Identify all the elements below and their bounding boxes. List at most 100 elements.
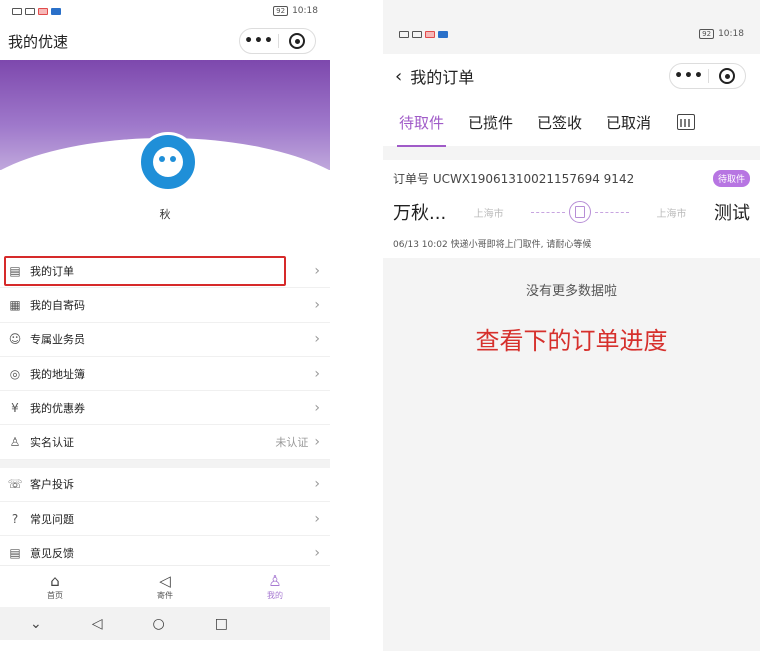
close-capsule-button[interactable] <box>279 33 315 49</box>
back-icon[interactable]: ◁ <box>92 616 103 632</box>
order-status-tabs: 待取件 已揽件 已签收 已取消 <box>383 98 760 147</box>
tab-label: 寄件 <box>157 591 173 600</box>
route-connector <box>531 201 630 223</box>
menu-item-address-book[interactable]: ◎ 我的地址簿 › <box>0 357 330 392</box>
target-icon <box>719 68 735 84</box>
receiver-name: 测试 <box>713 203 750 224</box>
person-icon: ☺ <box>8 332 22 347</box>
menu-item-label: 常见问题 <box>30 512 74 526</box>
menu-item-complaint[interactable]: ☏ 客户投诉 › <box>0 468 330 503</box>
more-icon[interactable]: ••• <box>240 33 278 49</box>
tab-cancelled[interactable]: 已取消 <box>606 112 651 133</box>
mini-program-capsule: ••• <box>669 63 746 89</box>
menu-item-label: 我的自寄码 <box>30 298 85 312</box>
menu-item-label: 客户投诉 <box>30 478 74 492</box>
sim-icon <box>399 30 409 38</box>
receiver-city: 上海市 <box>656 208 687 220</box>
order-route: 万秋... 上海市 上海市 测试 <box>393 199 750 225</box>
user-nickname: 秋 <box>159 208 171 221</box>
chevron-right-icon: › <box>314 365 320 382</box>
status-right: 92 10:18 <box>273 6 318 16</box>
tab-label: 首页 <box>47 591 63 600</box>
app-notification-icon <box>425 30 435 38</box>
system-navigation-bar: ⌄ ◁ ○ □ <box>0 607 330 640</box>
top-bar: ‹ 我的订单 ••• <box>383 54 760 98</box>
annotation-caption: 查看下的订单进度 <box>475 327 668 355</box>
menu-item-label: 我的地址簿 <box>30 367 85 381</box>
status-right: 92 10:18 <box>699 29 744 39</box>
status-icons <box>399 30 448 38</box>
chevron-right-icon: › <box>314 399 320 416</box>
status-badge: 待取件 <box>712 170 750 187</box>
chevron-right-icon: › <box>314 331 320 348</box>
signal-icon <box>25 7 35 15</box>
section-divider <box>0 459 330 468</box>
chevron-right-icon: › <box>314 262 320 279</box>
dashed-line <box>531 211 566 213</box>
order-status-line: 06/13 10:02 快递小哥即将上门取件, 请耐心等候 <box>393 240 592 250</box>
location-icon: ◎ <box>9 366 21 381</box>
menu-item-label: 我的优惠券 <box>30 401 85 415</box>
top-bar: 我的优速 ••• <box>0 22 330 60</box>
tab-signed[interactable]: 已签收 <box>537 112 582 133</box>
menu-item-real-name[interactable]: ♙ 实名认证 未认证 › <box>0 425 330 460</box>
tab-profile[interactable]: ♙ 我的 <box>245 572 305 601</box>
battery-icon: 92 <box>273 6 289 16</box>
page-title: 我的优速 <box>8 32 69 51</box>
order-card[interactable]: 订单号 UCWX19061310021157694 9142 待取件 万秋...… <box>383 160 760 258</box>
tab-pending-pickup[interactable]: 待取件 <box>396 112 447 147</box>
order-list-icon: ▤ <box>9 263 21 278</box>
title-area: ‹ 我的订单 <box>395 64 474 88</box>
chevron-right-icon: › <box>314 476 320 493</box>
menu-item-label: 意见反馈 <box>30 547 74 561</box>
menu-item-faq[interactable]: ? 常见问题 › <box>0 502 330 537</box>
home-circle-icon[interactable]: ○ <box>153 616 165 632</box>
complaint-icon: ☏ <box>7 477 23 492</box>
coupon-icon: ¥ <box>11 400 19 415</box>
avatar[interactable] <box>138 132 198 192</box>
menu-item-salesman[interactable]: ☺ 专属业务员 › <box>0 323 330 357</box>
tab-home[interactable]: ⌂ 首页 <box>25 572 85 601</box>
verify-icon: ♙ <box>9 435 21 450</box>
menu-item-label: 我的订单 <box>30 264 74 278</box>
left-phone-screen: 92 10:18 我的优速 ••• 秋 ▤ 我的订单 › ▦ 我的自寄码 › ☺ <box>0 0 330 665</box>
menu-group-support: ☏ 客户投诉 › ? 常见问题 › ▤ 意见反馈 › <box>0 467 330 571</box>
status-time: 10:18 <box>718 29 744 39</box>
calendar-icon[interactable] <box>677 114 696 130</box>
question-icon: ? <box>11 511 19 526</box>
signal-icon <box>412 30 422 38</box>
profile-icon: ♙ <box>268 572 282 590</box>
order-number: 订单号 UCWX19061310021157694 9142 <box>393 172 635 186</box>
back-arrow-icon[interactable]: ‹ <box>395 66 402 87</box>
profile-header: 秋 <box>0 60 330 254</box>
target-icon <box>289 33 305 49</box>
page-title: 我的订单 <box>410 68 475 87</box>
status-bar: 92 10:18 <box>0 0 330 22</box>
chevron-right-icon: › <box>314 510 320 527</box>
hide-keyboard-icon[interactable]: ⌄ <box>30 616 42 632</box>
right-phone-screen: 92 10:18 ‹ 我的订单 ••• 待取件 已揽件 已签收 已取消 订单号 … <box>383 0 760 651</box>
app-notification-icon <box>38 7 48 15</box>
package-icon <box>569 201 592 223</box>
chevron-right-icon: › <box>314 545 320 562</box>
chevron-right-icon: › <box>314 434 320 451</box>
sender-name: 万秋... <box>393 203 447 224</box>
qr-code-icon: ▦ <box>9 297 21 312</box>
mini-program-capsule: ••• <box>239 28 316 54</box>
menu-group-account: ▤ 我的订单 › ▦ 我的自寄码 › ☺ 专属业务员 › ◎ 我的地址簿 › ¥… <box>0 254 330 460</box>
order-card-header: 订单号 UCWX19061310021157694 9142 待取件 <box>393 170 750 187</box>
chevron-right-icon: › <box>314 296 320 313</box>
tab-send[interactable]: ◁ 寄件 <box>135 572 195 601</box>
close-capsule-button[interactable] <box>709 68 745 84</box>
recents-icon[interactable]: □ <box>215 616 228 632</box>
app-notification-icon-2 <box>438 30 448 38</box>
menu-item-my-orders[interactable]: ▤ 我的订单 › <box>0 254 330 289</box>
menu-item-self-send-code[interactable]: ▦ 我的自寄码 › <box>0 288 330 323</box>
tab-picked-up[interactable]: 已揽件 <box>468 112 513 133</box>
bottom-tabbar: ⌂ 首页 ◁ 寄件 ♙ 我的 <box>0 565 330 607</box>
avatar-image <box>153 147 183 177</box>
tab-label: 我的 <box>267 591 283 600</box>
more-icon[interactable]: ••• <box>670 68 708 84</box>
menu-item-coupons[interactable]: ¥ 我的优惠券 › <box>0 391 330 426</box>
status-time: 10:18 <box>292 6 318 16</box>
